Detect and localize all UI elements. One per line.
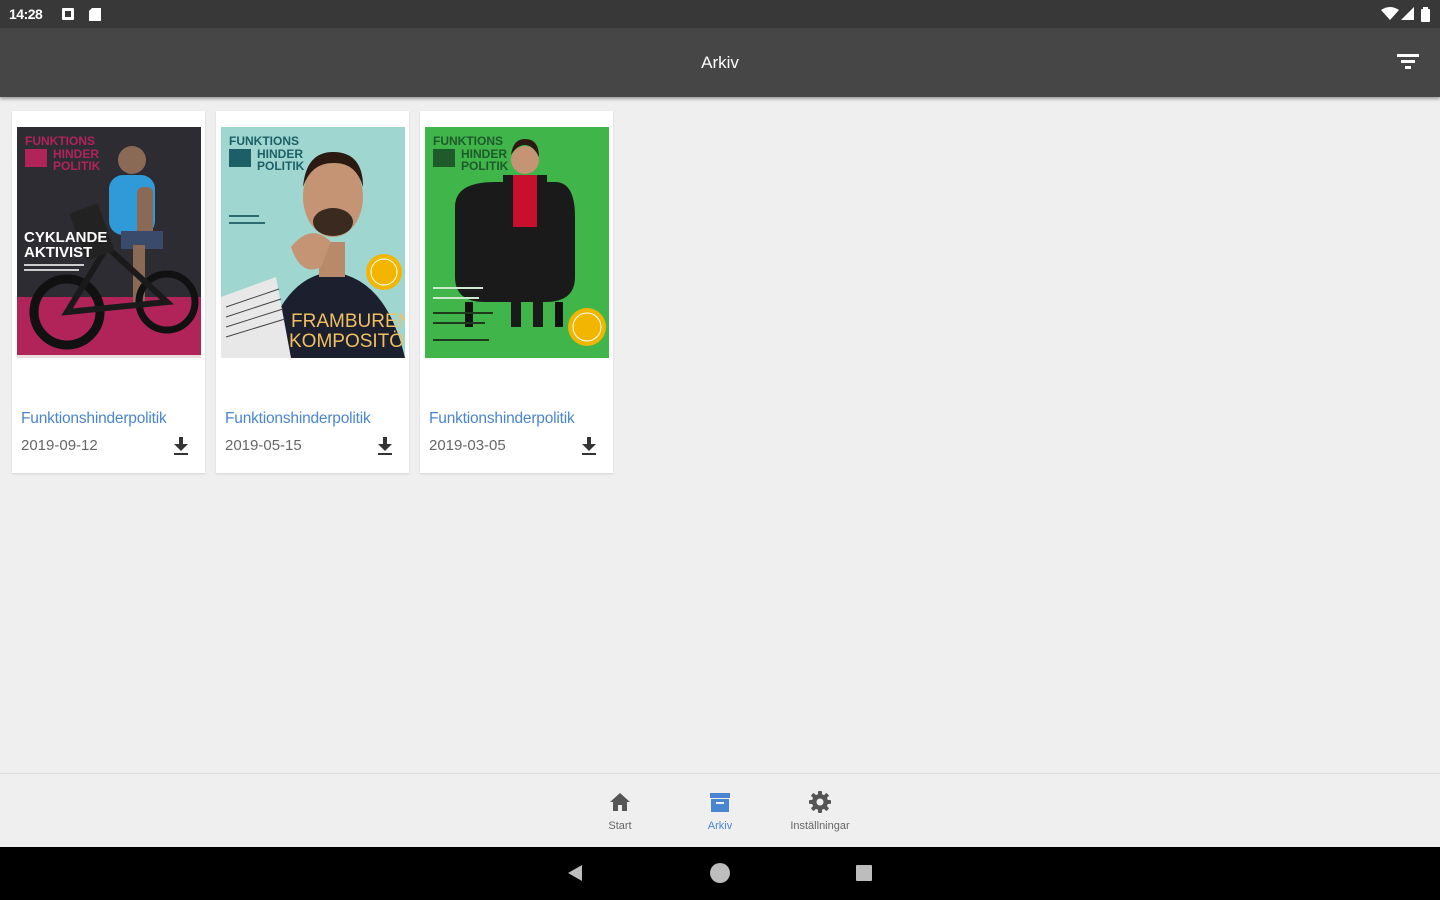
download-button[interactable] [171,435,191,457]
wifi-icon [1381,7,1399,26]
download-button[interactable] [579,435,599,457]
cover-headline-1: FRAMBUREN [291,311,405,332]
back-button[interactable] [565,863,585,888]
cover-headline-2: KOMPOSITÖR [289,331,405,352]
signal-icon [1401,7,1415,26]
masthead-line-1: FUNKTIONS [229,134,299,148]
cover-masthead: FUNKTIONS HINDER POLITIK [229,134,305,173]
notification-icon [61,7,75,26]
cover-headline-2: AKTIVIST [24,244,92,261]
issue-card[interactable]: FRAMBUREN KOMPOSITÖR FUNKTIONS HINDER PO… [216,111,409,473]
download-icon [174,437,188,455]
nav-item-start[interactable]: Start [570,790,670,832]
masthead-line-3: POLITIK [53,159,101,173]
nav-item-installningar[interactable]: Inställningar [770,790,870,832]
page-title: Arkiv [701,53,739,72]
archive-icon [710,793,730,812]
filter-icon [1397,54,1419,69]
issue-date: 2019-03-05 [429,437,506,454]
home-button[interactable] [709,862,731,889]
masthead-line-1: FUNKTIONS [25,134,95,148]
home-icon [610,793,630,811]
issue-date: 2019-05-15 [225,437,302,454]
system-nav-bar [0,847,1440,900]
masthead-line-3: POLITIK [257,159,305,173]
home-circle-icon [710,863,730,883]
issue-title[interactable]: Funktionshinderpolitik [225,410,371,428]
masthead-line-3: POLITIK [461,159,509,173]
filter-button[interactable] [1394,50,1422,72]
masthead-line-1: FUNKTIONS [433,134,503,148]
status-bar: 14:28 [0,0,1440,28]
issue-date: 2019-09-12 [21,437,98,454]
cover-masthead: FUNKTIONS HINDER POLITIK [25,134,101,173]
nav-label-installningar: Inställningar [790,820,850,832]
cover-masthead: FUNKTIONS HINDER POLITIK [433,134,509,173]
recents-icon [856,865,872,881]
issue-cover[interactable]: CYKLANDE AKTIVIST FUNKTIONS HINDER POLIT… [17,127,201,358]
sd-card-icon [88,7,102,27]
status-time: 14:28 [9,6,43,22]
gear-icon [809,791,831,813]
issue-cover[interactable]: FRAMBUREN KOMPOSITÖR FUNKTIONS HINDER PO… [221,127,405,358]
issue-card[interactable]: CYKLANDE AKTIVIST FUNKTIONS HINDER POLIT… [12,111,205,473]
download-icon [378,437,392,455]
nav-item-arkiv[interactable]: Arkiv [670,790,770,832]
recents-button[interactable] [855,864,873,887]
nav-label-start: Start [608,820,632,832]
bottom-nav: Start Arkiv Inställningar [0,773,1440,848]
issue-cover[interactable]: FUNKTIONS HINDER POLITIK [425,127,609,358]
issue-title[interactable]: Funktionshinderpolitik [429,410,575,428]
app-bar: Arkiv [0,28,1440,97]
download-button[interactable] [375,435,395,457]
back-icon [568,865,582,881]
nav-label-arkiv: Arkiv [707,820,733,832]
download-icon [582,437,596,455]
issue-card[interactable]: FUNKTIONS HINDER POLITIK Funktionshinder… [420,111,613,473]
battery-icon [1421,7,1430,27]
issue-title[interactable]: Funktionshinderpolitik [21,410,167,428]
